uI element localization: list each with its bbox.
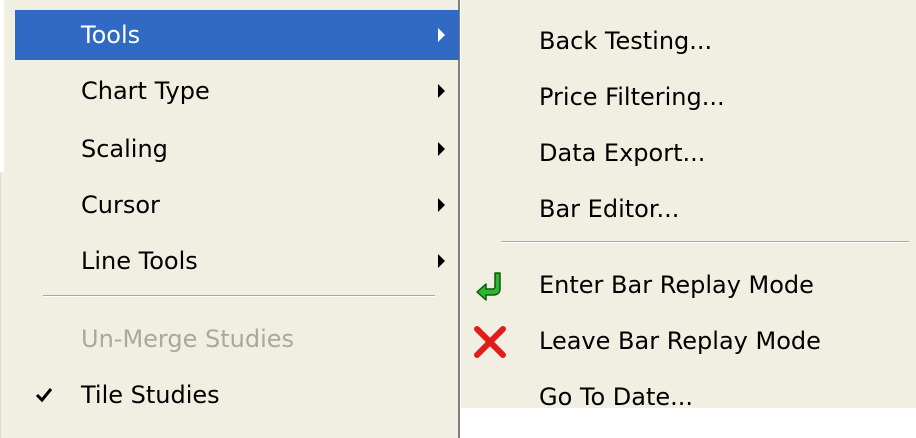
submenu-item-enter-bar-replay-mode[interactable]: Enter Bar Replay Mode: [461, 260, 916, 310]
submenu-item-price-filtering[interactable]: Price Filtering...: [461, 72, 916, 122]
tools-submenu: Back Testing... Price Filtering... Data …: [460, 0, 916, 411]
submenu-item-data-export[interactable]: Data Export...: [461, 128, 916, 178]
menu-item-tools[interactable]: Tools: [15, 10, 459, 60]
menu-item-label: Cursor: [81, 191, 160, 219]
red-x-icon: [474, 326, 506, 358]
submenu-item-back-testing[interactable]: Back Testing...: [461, 16, 916, 66]
submenu-arrow-icon: [438, 142, 445, 156]
menu-item-cursor[interactable]: Cursor: [15, 180, 459, 230]
submenu-arrow-icon: [438, 84, 445, 98]
submenu-item-label: Enter Bar Replay Mode: [539, 271, 814, 299]
submenu-arrow-icon: [438, 254, 445, 268]
submenu-arrow-icon: [438, 198, 445, 212]
menu-item-label: Chart Type: [81, 77, 210, 105]
background-area: [460, 408, 916, 438]
submenu-item-label: Leave Bar Replay Mode: [539, 327, 821, 355]
background-area: [0, 0, 4, 172]
menu-separator: [43, 295, 435, 297]
submenu-item-label: Back Testing...: [539, 27, 713, 55]
submenu-item-label: Bar Editor...: [539, 195, 680, 223]
menu-item-line-tools[interactable]: Line Tools: [15, 236, 459, 286]
menu-item-label: Tile Studies: [81, 381, 220, 409]
submenu-item-label: Price Filtering...: [539, 83, 725, 111]
menu-item-tile-studies[interactable]: Tile Studies: [15, 370, 459, 420]
green-return-arrow-icon: [476, 272, 501, 301]
submenu-arrow-icon: [438, 28, 445, 42]
checkmark-icon: [35, 388, 53, 403]
menu-item-un-merge-studies: Un-Merge Studies: [15, 314, 459, 364]
menu-separator: [501, 241, 909, 243]
context-menu: Tools Chart Type Scaling Cursor Line Too…: [0, 0, 460, 438]
menu-item-scaling[interactable]: Scaling: [15, 124, 459, 174]
submenu-item-leave-bar-replay-mode[interactable]: Leave Bar Replay Mode: [461, 316, 916, 366]
menu-item-label: Tools: [81, 21, 141, 49]
submenu-item-bar-editor[interactable]: Bar Editor...: [461, 184, 916, 234]
menu-item-label: Line Tools: [81, 247, 198, 275]
menu-item-chart-type[interactable]: Chart Type: [15, 66, 459, 116]
menu-item-label: Un-Merge Studies: [81, 325, 295, 353]
submenu-item-label: Data Export...: [539, 139, 706, 167]
menu-item-label: Scaling: [81, 135, 168, 163]
